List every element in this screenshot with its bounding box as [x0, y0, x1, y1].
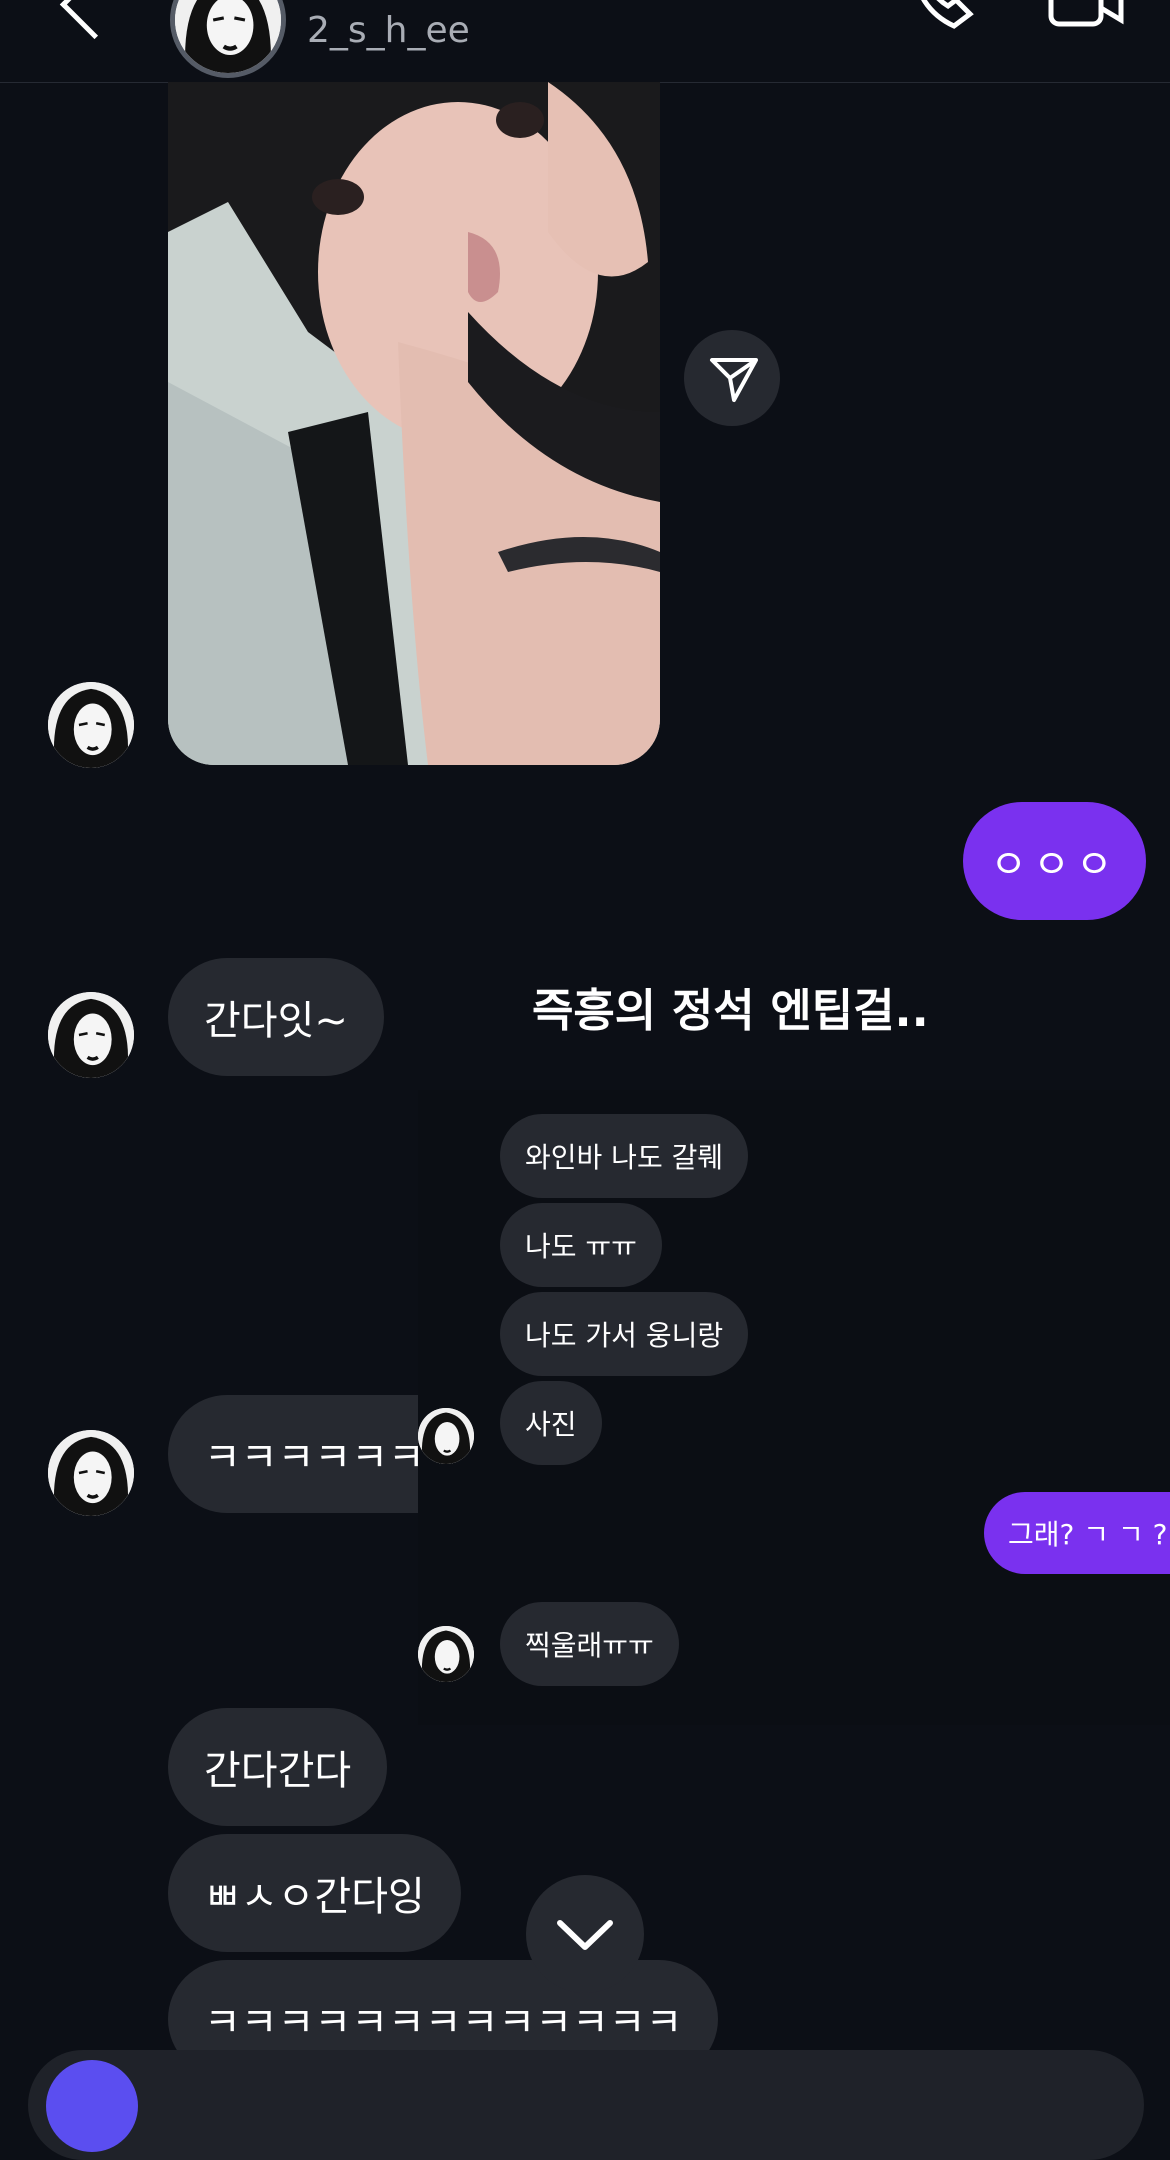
- message-bubble[interactable]: 간다잇~: [168, 958, 384, 1076]
- header-username[interactable]: 2_s_h_ee: [307, 10, 470, 51]
- share-button[interactable]: [684, 330, 780, 426]
- avatar[interactable]: [48, 682, 134, 768]
- message-bubble[interactable]: ㅋㅋㅋㅋㅋㅋ: [168, 1395, 428, 1513]
- embedded-message: 찍울래ㅠㅠ: [500, 1602, 679, 1686]
- embedded-message: 사진: [500, 1381, 602, 1465]
- message-composer[interactable]: [28, 2050, 1144, 2160]
- embedded-message-sent: 그래? ㄱ ㄱ ?: [984, 1492, 1170, 1574]
- video-camera-icon[interactable]: [1048, 0, 1124, 28]
- avatar: [418, 1626, 474, 1682]
- avatar[interactable]: [48, 992, 134, 1078]
- message-bubble[interactable]: 간다간다: [168, 1708, 388, 1826]
- message-bubble[interactable]: ㅃㅅㅇ간다잉: [168, 1834, 461, 1952]
- paper-plane-icon: [710, 358, 758, 402]
- embedded-message: 와인바 나도 갈뤠: [500, 1114, 749, 1198]
- embedded-message: 나도 가서 웅니랑: [500, 1292, 749, 1376]
- camera-icon[interactable]: [46, 2060, 138, 2152]
- avatar[interactable]: [48, 1430, 134, 1516]
- message-bubble-sent[interactable]: ㅇㅇㅇ: [963, 802, 1146, 920]
- chevron-down-icon: [557, 1920, 613, 1950]
- embedded-caption: 즉흥의 정석 엔팁걸..: [532, 984, 929, 1037]
- phone-icon[interactable]: [910, 0, 980, 30]
- avatar: [418, 1408, 474, 1464]
- photo-message[interactable]: [168, 82, 660, 765]
- scroll-to-bottom-button[interactable]: [526, 1875, 644, 1993]
- embedded-message: 나도 ㅠㅠ: [500, 1203, 662, 1287]
